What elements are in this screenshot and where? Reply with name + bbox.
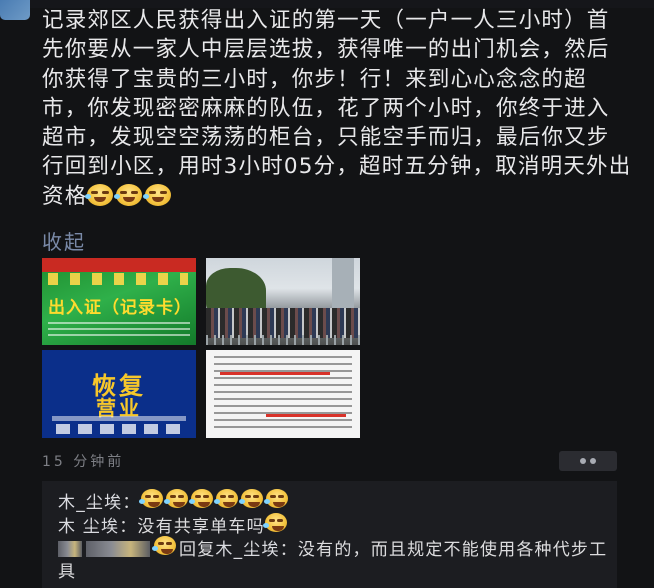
text-lines	[48, 322, 190, 340]
document-lines	[214, 356, 352, 432]
comment-separator: ：	[119, 517, 138, 537]
tree-shape	[206, 268, 266, 313]
reply-label: 回复	[179, 540, 216, 560]
crowd-shape	[206, 308, 360, 338]
laugh-cry-emoji	[263, 489, 288, 508]
banner-stripe	[42, 258, 196, 272]
more-actions-button[interactable]	[559, 451, 617, 471]
collapse-link[interactable]: 收起	[42, 226, 86, 255]
reply-target-user[interactable]: 木_尘埃	[215, 540, 279, 560]
post-timestamp: 15 分钟前	[42, 454, 125, 470]
post-body: 记录郊区人民获得出入证的第一天（一户一人三小时）首先你要从一家人中层层选拔，获得…	[42, 6, 632, 214]
comment-text: 没有共享单车吗	[137, 517, 265, 537]
poster-subline	[52, 416, 186, 421]
laugh-cry-emoji	[262, 513, 287, 532]
censored-username	[86, 541, 150, 557]
comment-user[interactable]: 木_尘埃	[58, 493, 122, 513]
laugh-cry-emoji	[238, 489, 263, 508]
laugh-cry-emoji	[85, 183, 114, 206]
laugh-cry-emoji	[138, 489, 163, 508]
comment-item[interactable]: 回复木_尘埃：没有的，而且规定不能使用各种代步工具	[58, 536, 618, 583]
censored-avatar	[58, 541, 82, 557]
post-body-text: 记录郊区人民获得出入证的第一天（一户一人三小时）首先你要从一家人中层层选拔，获得…	[42, 8, 632, 209]
user-emoji	[152, 536, 176, 555]
photo-caption: 出入证（记录卡）	[48, 298, 190, 317]
highlight-line	[266, 414, 346, 417]
highlight-line	[220, 372, 330, 375]
photo-pass-card[interactable]: 出入证（记录卡）	[42, 258, 196, 345]
moments-post-screen: 记录郊区人民获得出入证的第一天（一户一人三小时）首先你要从一家人中层层选拔，获得…	[0, 0, 654, 588]
photo-notice-document[interactable]	[206, 350, 360, 438]
trailing-emoji-group	[85, 183, 174, 214]
photo-reopen-poster[interactable]: 恢复 营业	[42, 350, 196, 438]
dot-icon	[590, 458, 596, 464]
laugh-cry-emoji	[143, 183, 172, 206]
comment-item[interactable]: 木_尘埃：	[58, 488, 291, 513]
dot-icon	[580, 458, 586, 464]
photo-queue-crowd[interactable]	[206, 258, 360, 345]
comment-separator: ：	[279, 540, 298, 560]
comment-separator: ：	[122, 493, 141, 513]
poster-icons	[56, 424, 182, 434]
avatar[interactable]	[0, 0, 30, 20]
decoration-dots	[48, 273, 188, 285]
comment-item[interactable]: 木 尘埃：没有共享单车吗	[58, 512, 290, 537]
laugh-cry-emoji	[114, 183, 143, 206]
fence-shape	[206, 335, 360, 345]
laugh-cry-emoji	[213, 489, 238, 508]
laugh-cry-emoji	[188, 489, 213, 508]
laugh-cry-emoji	[163, 489, 188, 508]
comment-user[interactable]: 木 尘埃	[58, 517, 119, 537]
comments-panel: 木_尘埃： 木 尘埃：没有共享单车吗 回复木_尘埃：没有的，而且规定不能使用各种…	[42, 481, 617, 588]
